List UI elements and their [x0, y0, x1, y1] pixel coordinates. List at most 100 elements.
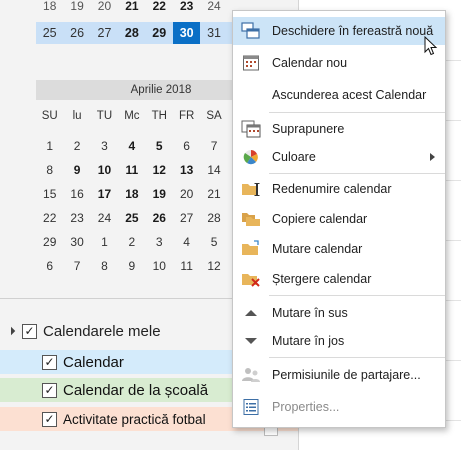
- menu-item-color[interactable]: Culoare: [233, 143, 445, 171]
- menu-item-new-calendar[interactable]: Calendar nou: [233, 49, 445, 77]
- today-cell[interactable]: 30: [172, 22, 201, 44]
- day-cell[interactable]: 28: [200, 206, 227, 230]
- properties-icon: [241, 397, 261, 417]
- menu-item-overlay[interactable]: Suprapunere: [233, 115, 445, 143]
- day-cell[interactable]: 24: [91, 206, 118, 230]
- day-cell[interactable]: 26: [146, 206, 173, 230]
- weekday-label: SU: [41, 110, 58, 122]
- calendar-label: Calendar: [63, 353, 124, 371]
- people-icon: [241, 365, 261, 385]
- new-window-icon: [241, 21, 261, 41]
- day-cell[interactable]: 7: [200, 134, 227, 158]
- calendar-label: Calendar de la școală: [63, 381, 209, 399]
- day-cell[interactable]: 19: [146, 182, 173, 206]
- day-cell[interactable]: 22: [36, 206, 63, 230]
- day-cell[interactable]: 6: [36, 254, 63, 278]
- day-cell[interactable]: 14: [200, 158, 227, 182]
- group-checkbox[interactable]: ✓: [22, 323, 37, 339]
- menu-item-label: Culoare: [272, 150, 316, 164]
- day-cell[interactable]: 23: [173, 0, 200, 16]
- day-cell[interactable]: 13: [173, 158, 200, 182]
- day-cell[interactable]: 11: [118, 158, 145, 182]
- day-cell[interactable]: 11: [173, 254, 200, 278]
- day-cell[interactable]: 21: [118, 0, 145, 16]
- weekday-label: Mc: [124, 110, 140, 122]
- menu-item-properties[interactable]: Properties...: [233, 393, 445, 421]
- weekday-label: FR: [178, 110, 195, 122]
- weekday-label: TU: [96, 110, 113, 122]
- day-cell[interactable]: 9: [63, 158, 90, 182]
- menu-item-delete[interactable]: Ștergere calendar: [233, 265, 445, 293]
- day-cell[interactable]: 20: [173, 182, 200, 206]
- day-cell[interactable]: 29: [146, 22, 173, 44]
- day-cell[interactable]: 1: [91, 230, 118, 254]
- day-cell[interactable]: 18: [36, 0, 63, 16]
- menu-item-label: Mutare calendar: [272, 242, 363, 256]
- day-cell[interactable]: 4: [118, 134, 145, 158]
- day-cell[interactable]: 4: [173, 230, 200, 254]
- day-cell[interactable]: 2: [63, 134, 90, 158]
- day-cell[interactable]: 5: [200, 230, 227, 254]
- day-cell[interactable]: 12: [200, 254, 227, 278]
- day-cell[interactable]: 26: [63, 22, 90, 44]
- menu-item-label: Copiere calendar: [272, 212, 368, 226]
- menu-item-label: Properties...: [272, 400, 340, 414]
- copy-folder-icon: [241, 209, 261, 229]
- menu-item-move[interactable]: Mutare calendar: [233, 235, 445, 263]
- weekday-label: lu: [72, 110, 82, 122]
- overlay-icon: [241, 119, 261, 139]
- day-cell[interactable]: 17: [91, 182, 118, 206]
- day-cell[interactable]: 5: [146, 134, 173, 158]
- color-palette-icon: [241, 147, 261, 167]
- my-calendars-group[interactable]: ✓ Calendarele mele: [6, 320, 161, 342]
- calendar-checkbox[interactable]: ✓: [42, 354, 57, 370]
- rename-folder-icon: [241, 179, 261, 199]
- day-cell[interactable]: 25: [118, 206, 145, 230]
- menu-item-label: Suprapunere: [272, 122, 345, 136]
- day-cell[interactable]: 24: [200, 0, 227, 16]
- calendar-checkbox[interactable]: ✓: [42, 382, 57, 398]
- delete-folder-icon: [241, 269, 261, 289]
- day-cell[interactable]: 29: [36, 230, 63, 254]
- day-cell[interactable]: 6: [173, 134, 200, 158]
- day-cell[interactable]: 8: [91, 254, 118, 278]
- day-cell[interactable]: 3: [91, 134, 118, 158]
- day-cell[interactable]: 25: [36, 22, 63, 44]
- day-cell[interactable]: 8: [36, 158, 63, 182]
- day-cell[interactable]: 23: [63, 206, 90, 230]
- group-label: Calendarele mele: [43, 322, 161, 340]
- menu-item-label: Mutare în sus: [272, 306, 348, 320]
- menu-item-sharing-permissions[interactable]: Permisiunile de partajare...: [233, 361, 445, 389]
- menu-item-move-up[interactable]: Mutare în sus: [233, 299, 445, 327]
- day-cell[interactable]: 1: [36, 134, 63, 158]
- day-cell[interactable]: 27: [91, 22, 118, 44]
- day-cell[interactable]: 12: [146, 158, 173, 182]
- day-cell[interactable]: 30: [63, 230, 90, 254]
- day-cell[interactable]: 16: [63, 182, 90, 206]
- day-cell[interactable]: 28: [118, 22, 145, 44]
- day-cell[interactable]: 22: [146, 0, 173, 16]
- day-cell[interactable]: 10: [91, 158, 118, 182]
- day-cell[interactable]: 7: [63, 254, 90, 278]
- weekday-label: SA: [206, 110, 222, 122]
- day-cell[interactable]: 20: [91, 0, 118, 16]
- menu-item-copy[interactable]: Copiere calendar: [233, 205, 445, 233]
- menu-item-move-down[interactable]: Mutare în jos: [233, 327, 445, 355]
- day-cell[interactable]: 9: [118, 254, 145, 278]
- day-cell[interactable]: 31: [200, 22, 227, 44]
- menu-item-rename[interactable]: Redenumire calendar: [233, 175, 445, 203]
- day-cell[interactable]: 10: [146, 254, 173, 278]
- collapse-caret-icon[interactable]: [6, 326, 16, 336]
- day-cell[interactable]: 15: [36, 182, 63, 206]
- day-cell[interactable]: 21: [200, 182, 227, 206]
- menu-item-label: Ascunderea acest Calendar: [272, 88, 427, 102]
- day-cell[interactable]: 19: [63, 0, 90, 16]
- menu-item-hide-calendar[interactable]: Ascunderea acest Calendar: [233, 81, 445, 109]
- day-cell[interactable]: 18: [118, 182, 145, 206]
- day-cell[interactable]: 2: [118, 230, 145, 254]
- calendar-checkbox[interactable]: ✓: [42, 411, 57, 427]
- day-cell[interactable]: 27: [173, 206, 200, 230]
- day-cell[interactable]: 3: [146, 230, 173, 254]
- menu-item-open-new-window[interactable]: Deschidere în fereastră nouă: [233, 17, 445, 45]
- arrow-up-icon: [241, 303, 261, 323]
